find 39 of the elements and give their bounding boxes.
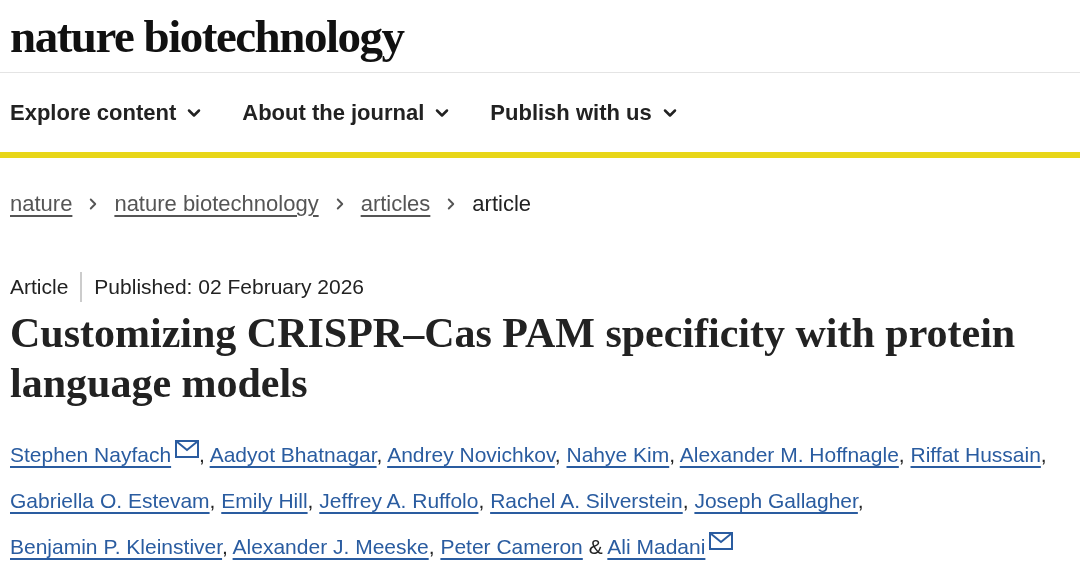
comma: , — [209, 489, 216, 512]
author-link[interactable]: Emily Hill — [221, 489, 308, 512]
author-link[interactable]: Gabriella O. Estevam — [10, 489, 210, 512]
breadcrumb-link[interactable]: nature — [10, 191, 73, 217]
author-link[interactable]: Joseph Gallagher — [694, 489, 858, 512]
author-link[interactable]: Ali Madani — [607, 535, 706, 558]
nav-menu-item[interactable]: Explore content — [10, 99, 205, 126]
breadcrumb-current[interactable]: article — [472, 191, 532, 217]
article-type: Article — [10, 275, 69, 299]
author-link[interactable]: Jeffrey A. Ruffolo — [319, 489, 479, 512]
nav-menu-item[interactable]: Publish with us — [490, 99, 680, 126]
comma: , — [428, 535, 435, 558]
breadcrumb-link[interactable]: nature biotechnology — [114, 191, 319, 217]
author-link[interactable]: Alexander M. Hoffnagle — [679, 443, 899, 466]
comma: , — [478, 489, 485, 512]
ampersand: & — [587, 535, 603, 558]
author-link[interactable]: Aadyot Bhatnagar — [209, 443, 377, 466]
author-link[interactable]: Rachel A. Silverstein — [490, 489, 683, 512]
author-link[interactable]: Nahye Kim — [566, 443, 670, 466]
author-link[interactable]: Stephen Nayfach — [10, 443, 172, 466]
publish-date: Published: 02 February 2026 — [94, 275, 365, 299]
comma: , — [898, 443, 905, 466]
comma: , — [307, 489, 314, 512]
author-link[interactable]: Andrey Novichkov — [387, 443, 555, 466]
journal-logo[interactable]: nature biotechnology — [10, 9, 404, 63]
author-link[interactable]: Benjamin P. Kleinstiver — [10, 535, 223, 558]
comma: , — [1040, 443, 1047, 466]
comma: , — [199, 443, 205, 466]
author-link[interactable]: Riffat Hussain — [910, 443, 1041, 466]
mail-icon[interactable] — [175, 440, 200, 458]
breadcrumb-link[interactable]: articles — [360, 191, 431, 217]
article-title: Customizing CRISPR–Cas PAM specificity with protein language models — [9, 309, 1017, 408]
nav-menu-item[interactable]: About the journal — [242, 99, 453, 126]
comma: , — [222, 535, 228, 558]
comma: , — [682, 489, 689, 512]
author-link[interactable]: Peter Cameron — [440, 535, 583, 558]
mail-icon[interactable] — [709, 532, 734, 550]
comma: , — [669, 443, 676, 466]
author-link[interactable]: Alexander J. Meeske — [232, 535, 429, 558]
